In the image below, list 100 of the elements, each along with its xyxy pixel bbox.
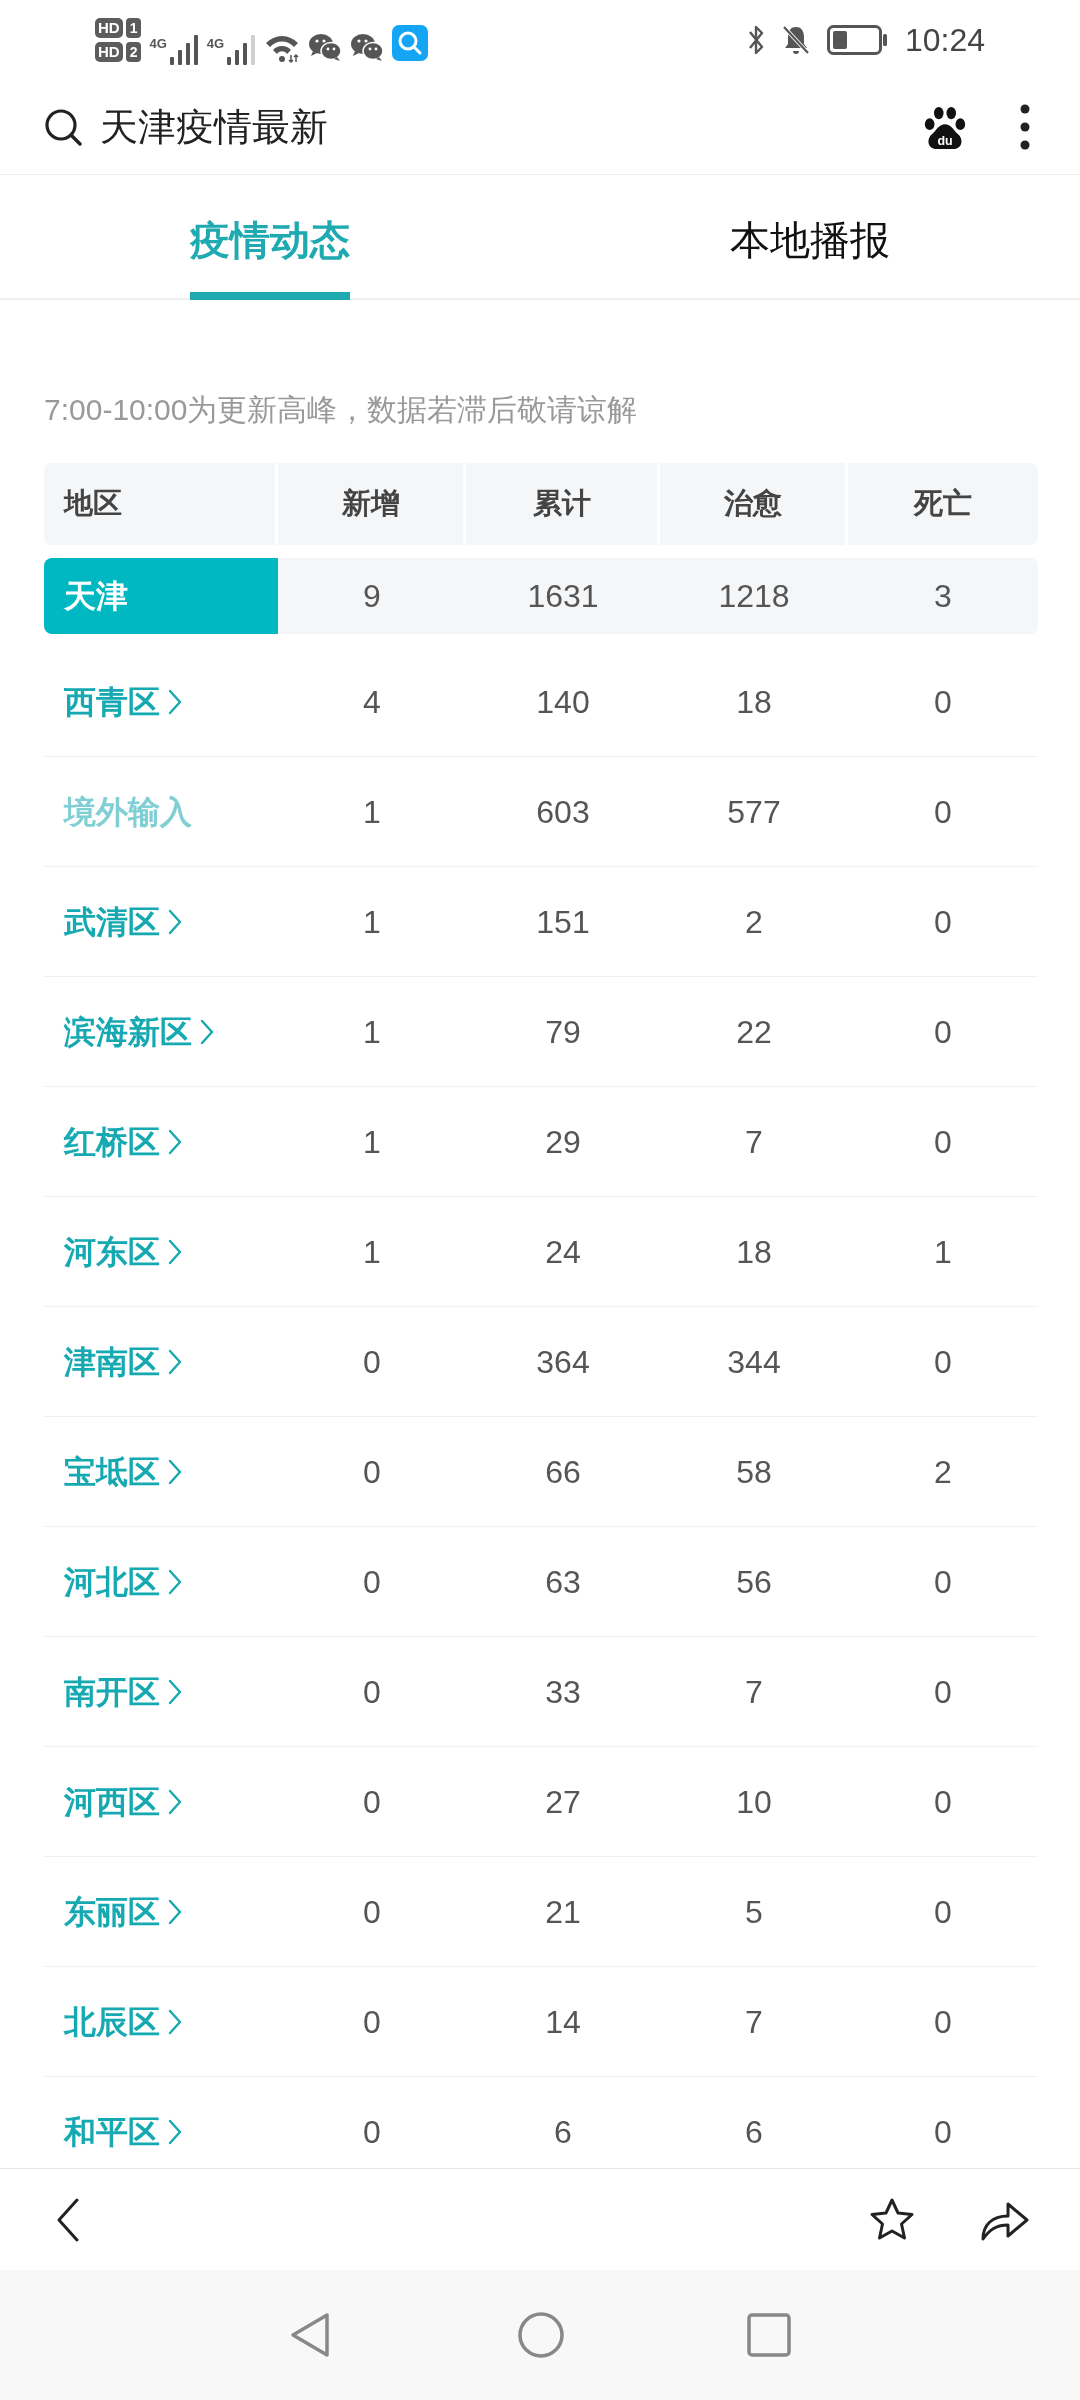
table-cell-text: 1 bbox=[362, 902, 382, 942]
district-link[interactable]: 滨海新区 bbox=[64, 1007, 214, 1056]
table-cell-text: 0 bbox=[933, 902, 953, 942]
signal-icon bbox=[226, 33, 257, 65]
table-cell-text: 0 bbox=[933, 792, 953, 832]
chevron-right-icon bbox=[168, 688, 182, 715]
table-cell-text: 0 bbox=[933, 1012, 953, 1052]
chevron-right-icon bbox=[168, 908, 182, 935]
district-link[interactable]: 红桥区 bbox=[64, 1117, 182, 1166]
table-cell-text: 5 bbox=[744, 1892, 764, 1932]
sim-slot-badge: 1 bbox=[125, 18, 142, 38]
table-cell-text: 0 bbox=[933, 1122, 953, 1162]
bluetooth-icon bbox=[746, 23, 765, 57]
table-cell-text: 4 bbox=[362, 682, 382, 722]
district-link[interactable]: 宝坻区 bbox=[64, 1447, 182, 1496]
table-cell-text: 63 bbox=[544, 1562, 582, 1602]
table-cell-text: 7 bbox=[744, 1672, 764, 1712]
district-link[interactable]: 河北区 bbox=[64, 1557, 182, 1606]
chevron-right-icon bbox=[168, 2008, 182, 2035]
district-link[interactable]: 东丽区 bbox=[64, 1887, 182, 1936]
table-cell-text: 577 bbox=[726, 792, 782, 832]
province-cell: 天津 bbox=[44, 558, 278, 634]
bell-off-icon bbox=[780, 24, 811, 56]
table-cell-text: 344 bbox=[726, 1342, 782, 1382]
table-cell-text: 24 bbox=[544, 1232, 582, 1272]
table-cell: 3 bbox=[848, 558, 1038, 634]
table-cell-text: 0 bbox=[933, 682, 953, 722]
table-cell-text: 27 bbox=[544, 1782, 582, 1822]
table-cell-text: 0 bbox=[362, 2002, 382, 2042]
table-cell-text: 603 bbox=[535, 792, 591, 832]
table-cell-text: 7 bbox=[744, 1122, 764, 1162]
table-cell-text: 0 bbox=[933, 1892, 953, 1932]
table-cell: 9 bbox=[278, 558, 466, 634]
table-cell-text: 364 bbox=[535, 1342, 591, 1382]
table-cell-text: 1 bbox=[362, 1122, 382, 1162]
table-cell-text: 0 bbox=[362, 1342, 382, 1382]
region-label: 境外输入 bbox=[64, 792, 192, 832]
nav-recents-icon[interactable] bbox=[747, 2313, 791, 2357]
status-time: 10:24 bbox=[904, 24, 985, 56]
chevron-right-icon bbox=[168, 2118, 182, 2145]
table-cell-text: 2 bbox=[933, 1452, 953, 1492]
table-cell-text: 0 bbox=[362, 1452, 382, 1492]
star-icon[interactable] bbox=[868, 2196, 916, 2243]
chat-bubbles-icon bbox=[308, 32, 343, 62]
table-cell-text: 1 bbox=[362, 1232, 382, 1272]
district-link[interactable]: 和平区 bbox=[64, 2107, 182, 2156]
table-cell-text: 29 bbox=[544, 1122, 582, 1162]
district-link[interactable]: 西青区 bbox=[64, 677, 182, 726]
table-cell-text: 1 bbox=[933, 1232, 953, 1272]
table-cell-text: 56 bbox=[735, 1562, 773, 1602]
signal-icon bbox=[168, 33, 199, 65]
column-header: 累计 bbox=[466, 463, 660, 545]
search-field[interactable]: 天津疫情最新 bbox=[100, 98, 350, 156]
chat-bubbles-icon bbox=[350, 32, 385, 62]
chevron-right-icon bbox=[200, 1018, 214, 1045]
table-cell: 1218 bbox=[660, 558, 848, 634]
district-link[interactable]: 武清区 bbox=[64, 897, 182, 946]
chevron-right-icon bbox=[168, 1788, 182, 1815]
battery-icon bbox=[826, 25, 889, 55]
network-type: 4G bbox=[149, 37, 167, 51]
column-header: 治愈 bbox=[660, 463, 848, 545]
hd-badge: HD bbox=[95, 18, 123, 38]
table-cell-text: 10 bbox=[735, 1782, 773, 1822]
chevron-right-icon bbox=[168, 1678, 182, 1705]
table-cell: 1631 bbox=[466, 558, 660, 634]
chevron-right-icon bbox=[168, 1128, 182, 1155]
table-cell-text: 79 bbox=[544, 1012, 582, 1052]
network-type: 4G bbox=[206, 37, 225, 51]
search-icon[interactable] bbox=[44, 108, 82, 146]
chevron-right-icon bbox=[168, 1458, 182, 1485]
district-link[interactable]: 津南区 bbox=[64, 1337, 182, 1386]
update-notice: 7:00-10:00为更新高峰，数据若滞后敬请谅解 bbox=[44, 392, 639, 428]
column-header: 地区 bbox=[44, 463, 278, 545]
column-header: 新增 bbox=[278, 463, 466, 545]
back-icon[interactable] bbox=[56, 2197, 80, 2242]
magnifier-app-icon bbox=[392, 25, 429, 61]
nav-home-icon[interactable] bbox=[517, 2311, 565, 2359]
chevron-right-icon bbox=[168, 1568, 182, 1595]
table-cell-text: 0 bbox=[933, 2002, 953, 2042]
table-cell-text: 21 bbox=[544, 1892, 582, 1932]
table-cell-text: 7 bbox=[744, 2002, 764, 2042]
menu-icon[interactable] bbox=[1020, 104, 1030, 150]
table-cell-text: 0 bbox=[362, 1562, 382, 1602]
district-link[interactable]: 北辰区 bbox=[64, 1997, 182, 2046]
column-header: 死亡 bbox=[848, 463, 1038, 545]
tab[interactable]: 疫情动态 bbox=[190, 192, 350, 300]
table-cell-text: 0 bbox=[362, 1892, 382, 1932]
district-link[interactable]: 河西区 bbox=[64, 1777, 182, 1826]
sim-slot-badge: 2 bbox=[125, 42, 142, 62]
table-cell-text: 6 bbox=[553, 2112, 573, 2152]
tab[interactable]: 本地播报 bbox=[730, 192, 890, 300]
district-link[interactable]: 南开区 bbox=[64, 1667, 182, 1716]
paw-logo[interactable]: du bbox=[922, 104, 968, 150]
chevron-right-icon bbox=[168, 1348, 182, 1375]
nav-back-icon[interactable] bbox=[289, 2312, 331, 2358]
chevron-right-icon bbox=[168, 1238, 182, 1265]
table-cell-text: 0 bbox=[362, 2112, 382, 2152]
district-link[interactable]: 河东区 bbox=[64, 1227, 182, 1276]
table-cell-text: 151 bbox=[535, 902, 591, 942]
table-cell-text: 14 bbox=[544, 2002, 582, 2042]
